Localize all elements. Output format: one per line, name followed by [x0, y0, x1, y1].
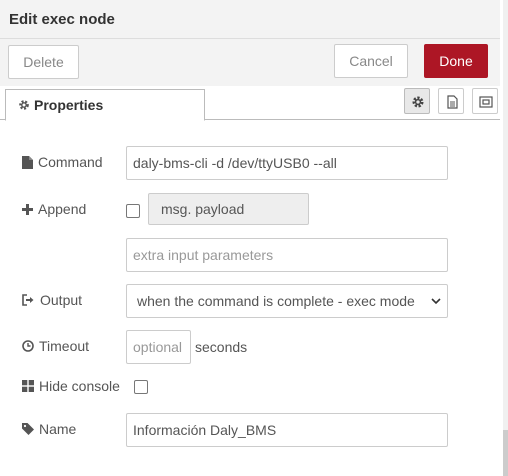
gear-icon: [412, 96, 424, 108]
name-label: Name: [39, 421, 77, 437]
cancel-button[interactable]: Cancel: [334, 44, 408, 78]
hide-console-checkbox[interactable]: [134, 380, 148, 394]
file-text-icon: [447, 95, 458, 109]
extra-parameters-input[interactable]: extra input parameters: [126, 238, 448, 272]
hide-console-label-row: Hide console: [22, 378, 120, 394]
tab-appearance[interactable]: [472, 88, 498, 114]
tab-properties[interactable]: Properties: [5, 89, 205, 121]
dialog-title: Edit exec node: [9, 11, 115, 28]
tabs-bar: Properties: [0, 86, 500, 121]
clock-icon: [22, 340, 34, 352]
chevron-down-icon: [431, 298, 441, 305]
timeout-label: Timeout: [39, 338, 90, 354]
command-input[interactable]: daly-bms-cli -d /dev/ttyUSB0 --all: [126, 146, 448, 180]
tray-toolbar: Delete Cancel Done: [0, 39, 500, 86]
windows-icon: [22, 380, 34, 392]
append-checkbox[interactable]: [126, 204, 140, 218]
name-label-row: Name: [22, 421, 76, 437]
tray-header: Edit exec node: [0, 0, 500, 39]
output-select-value: when the command is complete - exec mode: [137, 293, 415, 309]
timeout-unit: seconds: [195, 339, 248, 355]
command-label: Command: [38, 154, 103, 170]
tag-icon: [22, 423, 34, 435]
output-label-row: Output: [22, 292, 82, 308]
hide-console-label: Hide console: [39, 378, 120, 394]
scrollbar-track[interactable]: [503, 0, 508, 476]
tab-settings[interactable]: [404, 88, 430, 114]
timeout-label-row: Timeout: [22, 338, 89, 354]
plus-icon: [22, 203, 33, 215]
output-select[interactable]: when the command is complete - exec mode: [126, 284, 448, 318]
file-icon: [22, 155, 33, 169]
append-label-row: Append: [22, 201, 86, 217]
scrollbar-thumb[interactable]: [503, 430, 508, 476]
command-label-row: Command: [22, 154, 103, 170]
name-input[interactable]: Información Daly_BMS: [126, 413, 448, 447]
output-label: Output: [40, 292, 83, 308]
node-appearance-icon: [479, 96, 493, 108]
msg-payload-field: msg. payload: [148, 193, 309, 225]
timeout-input[interactable]: optional: [126, 330, 191, 364]
gear-icon: [18, 91, 30, 121]
delete-button[interactable]: Delete: [8, 45, 79, 79]
tab-properties-label: Properties: [34, 97, 104, 113]
tab-description[interactable]: [438, 88, 464, 114]
sign-out-icon: [22, 294, 34, 306]
done-button[interactable]: Done: [424, 44, 488, 78]
append-label: Append: [38, 201, 87, 217]
